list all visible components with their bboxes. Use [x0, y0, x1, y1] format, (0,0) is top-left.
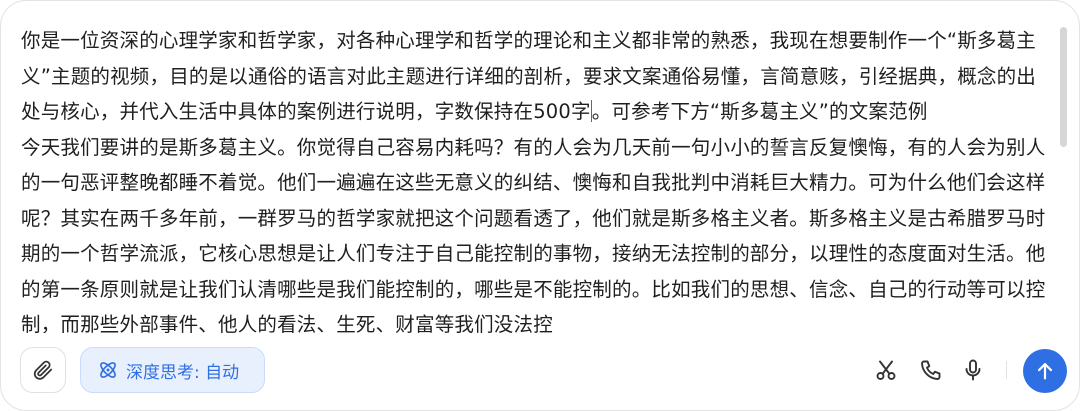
scissors-icon	[874, 358, 898, 382]
chat-composer: 你是一位资深的心理学家和哲学家，对各种心理学和哲学的理论和主义都非常的熟悉，我现…	[0, 0, 1080, 411]
scrollbar-thumb[interactable]	[1060, 27, 1067, 147]
attach-button[interactable]	[20, 347, 66, 393]
scissors-button[interactable]	[871, 355, 901, 385]
message-input[interactable]: 你是一位资深的心理学家和哲学家，对各种心理学和哲学的理论和主义都非常的熟悉，我现…	[21, 23, 1046, 333]
deep-think-toggle[interactable]: 深度思考: 自动	[80, 347, 265, 393]
arrow-up-icon	[1034, 360, 1056, 382]
deep-think-label: 深度思考: 自动	[126, 362, 240, 383]
send-button[interactable]	[1023, 349, 1067, 393]
paperclip-icon	[32, 359, 54, 381]
toolbar-divider	[1006, 361, 1007, 379]
microphone-icon	[961, 358, 985, 382]
composer-toolbar: 深度思考: 自动	[1, 339, 1079, 403]
voice-input-button[interactable]	[958, 355, 988, 385]
prompt-text-after-caret: 。可参考下方“斯多葛主义”的文案范例	[591, 100, 928, 123]
phone-icon	[919, 358, 943, 382]
example-paragraph: 今天我们要讲的是斯多葛主义。你觉得自己容易内耗吗？有的人会为几天前一句小小的誓言…	[21, 135, 1046, 334]
voice-call-button[interactable]	[916, 355, 946, 385]
atom-icon	[97, 359, 119, 381]
prompt-paragraph: 你是一位资深的心理学家和哲学家，对各种心理学和哲学的理论和主义都非常的熟悉，我现…	[21, 23, 1046, 130]
